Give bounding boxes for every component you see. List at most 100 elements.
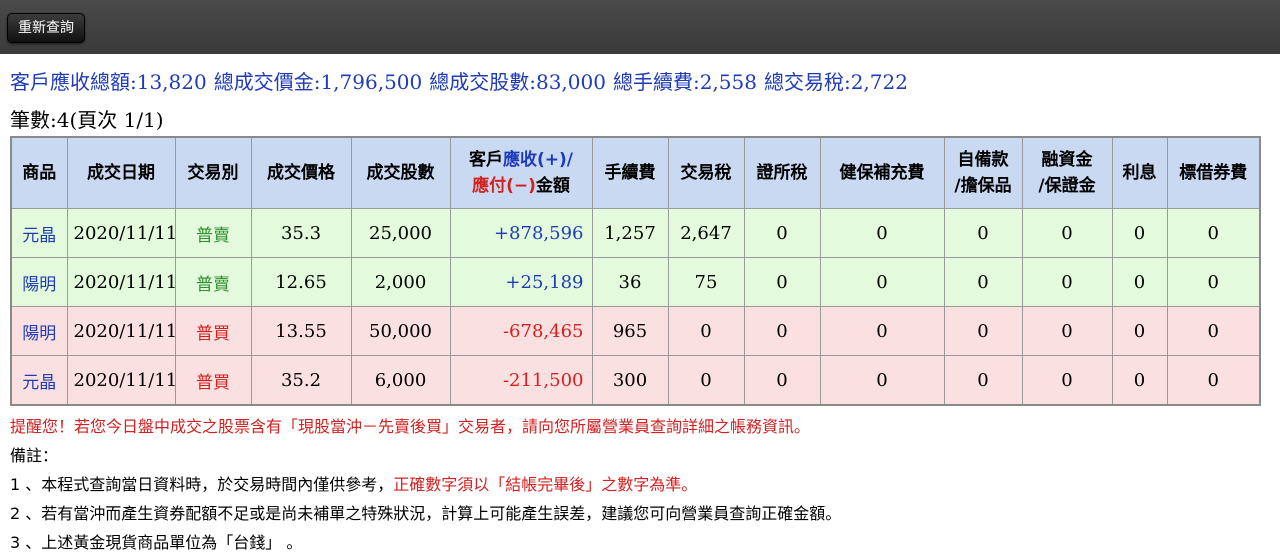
summary-total-price: 總成交價金:1,796,500 — [213, 70, 423, 94]
note-item-1: 1 、本程式查詢當日資料時，於交易時間內僅供參考，正確數字須以「結帳完畢後」之數… — [10, 470, 841, 499]
cell-tax: 75 — [667, 257, 745, 307]
cell-tax: 0 — [667, 355, 745, 406]
cell-nhi: 0 — [819, 257, 945, 307]
note-item-2: 2 、若有當沖而產生資券配額不足或是尚未補單之特殊狀況，計算上可能產生誤差，建議… — [10, 504, 842, 523]
note-item-3: 3 、上述黃金現貨商品單位為「台錢」 。 — [10, 533, 303, 552]
table-header-row: 商品 成交日期 交易別 成交價格 成交股數 客戶應收(+)/ 應付(−)金額 手… — [10, 136, 1261, 209]
cell-fee: 36 — [591, 257, 669, 307]
header-margin-part1: 融資金 — [1041, 150, 1093, 170]
cell-date: 2020/11/11 — [66, 306, 177, 356]
table-row: 陽明 2020/11/11 普買 13.55 50,000 -678,465 9… — [10, 306, 1261, 356]
cell-margin: 0 — [1021, 355, 1113, 406]
summary-total-fee: 總手續費:2,558 — [612, 70, 757, 94]
note-item-1-highlight: 正確數字須以「結帳完畢後」之數字為準。 — [393, 475, 698, 494]
header-stock: 商品 — [10, 136, 68, 209]
summary-total-tax: 總交易稅:2,722 — [763, 70, 908, 94]
account-summary: 客戶應收總額:13,820 總成交價金:1,796,500 總成交股數:83,000… — [10, 66, 915, 95]
requery-button[interactable]: 重新查詢 — [7, 13, 85, 43]
day-trade-warning: 提醒您！若您今日盤中成交之股票含有「現股當沖－先賣後買」交易者，請向您所屬營業員… — [10, 417, 811, 436]
cell-fee: 300 — [591, 355, 669, 406]
header-self-funds-part1: 自備款 — [957, 150, 1009, 170]
header-exchange-tax: 證所稅 — [743, 136, 821, 209]
cell-interest: 0 — [1111, 306, 1168, 356]
notes-title: 備註： — [10, 446, 59, 465]
cell-amount: -211,500 — [449, 355, 593, 406]
transactions-table: 商品 成交日期 交易別 成交價格 成交股數 客戶應收(+)/ 應付(−)金額 手… — [10, 136, 1261, 406]
cell-interest: 0 — [1111, 355, 1168, 406]
header-amount-part4: 金額 — [535, 176, 570, 196]
cell-lending-fee: 0 — [1166, 257, 1261, 307]
cell-amount: +25,189 — [449, 257, 593, 307]
header-price: 成交價格 — [250, 136, 352, 209]
cell-type: 普買 — [174, 306, 252, 356]
cell-nhi: 0 — [819, 208, 945, 258]
cell-nhi: 0 — [819, 355, 945, 406]
cell-date: 2020/11/11 — [66, 208, 177, 258]
cell-type: 普賣 — [174, 257, 252, 307]
header-interest: 利息 — [1111, 136, 1168, 209]
cell-date: 2020/11/11 — [66, 257, 177, 307]
cell-self-funds: 0 — [943, 306, 1023, 356]
cell-exchange-tax: 0 — [743, 306, 821, 356]
cell-exchange-tax: 0 — [743, 257, 821, 307]
cell-stock: 陽明 — [10, 257, 68, 307]
cell-margin: 0 — [1021, 306, 1113, 356]
header-date: 成交日期 — [66, 136, 176, 209]
cell-fee: 1,257 — [591, 208, 669, 258]
cell-type: 普買 — [174, 355, 252, 406]
cell-interest: 0 — [1111, 208, 1168, 258]
header-amount-part2: 應收(+)/ — [503, 150, 573, 170]
cell-shares: 25,000 — [350, 208, 451, 258]
cell-price: 13.55 — [250, 306, 352, 356]
cell-amount: -678,465 — [449, 306, 593, 356]
cell-exchange-tax: 0 — [743, 355, 821, 406]
header-type: 交易別 — [174, 136, 252, 209]
header-nhi: 健保補充費 — [819, 136, 945, 209]
header-margin: 融資金 /保證金 — [1021, 136, 1113, 209]
header-amount: 客戶應收(+)/ 應付(−)金額 — [449, 136, 593, 209]
cell-margin: 0 — [1021, 208, 1113, 258]
header-amount-part3: 應付(−) — [472, 176, 536, 196]
cell-type: 普賣 — [174, 208, 252, 258]
cell-lending-fee: 0 — [1166, 208, 1261, 258]
table-row: 元晶 2020/11/11 普買 35.2 6,000 -211,500 300… — [10, 355, 1261, 406]
header-self-funds: 自備款 /擔保品 — [943, 136, 1023, 209]
cell-nhi: 0 — [819, 306, 945, 356]
cell-self-funds: 0 — [943, 208, 1023, 258]
cell-lending-fee: 0 — [1166, 355, 1261, 406]
cell-stock: 元晶 — [10, 355, 68, 406]
header-amount-part1: 客戶 — [469, 150, 503, 170]
cell-price: 35.3 — [250, 208, 352, 258]
cell-price: 12.65 — [250, 257, 352, 307]
cell-self-funds: 0 — [943, 257, 1023, 307]
cell-stock: 元晶 — [10, 208, 68, 258]
cell-shares: 50,000 — [350, 306, 451, 356]
record-count: 筆數:4(頁次 1/1) — [10, 108, 164, 132]
cell-self-funds: 0 — [943, 355, 1023, 406]
cell-lending-fee: 0 — [1166, 306, 1261, 356]
cell-date: 2020/11/11 — [66, 355, 177, 406]
summary-total-shares: 總成交股數:83,000 — [429, 70, 606, 94]
header-lending-fee: 標借券費 — [1166, 136, 1261, 209]
cell-amount: +878,596 — [449, 208, 593, 258]
notes-section: 提醒您！若您今日盤中成交之股票含有「現股當沖－先賣後買」交易者，請向您所屬營業員… — [10, 412, 841, 557]
cell-interest: 0 — [1111, 257, 1168, 307]
cell-fee: 965 — [591, 306, 669, 356]
header-tax: 交易稅 — [667, 136, 745, 209]
cell-shares: 2,000 — [350, 257, 451, 307]
note-item-1-text: 1 、本程式查詢當日資料時，於交易時間內僅供參考， — [10, 475, 394, 494]
header-fee: 手續費 — [591, 136, 669, 209]
cell-tax: 0 — [667, 306, 745, 356]
cell-stock: 陽明 — [10, 306, 68, 356]
cell-price: 35.2 — [250, 355, 352, 406]
header-shares: 成交股數 — [350, 136, 451, 209]
summary-receivable: 客戶應收總額:13,820 — [10, 70, 207, 94]
cell-margin: 0 — [1021, 257, 1113, 307]
header-margin-part2: /保證金 — [1038, 176, 1096, 196]
table-row: 元晶 2020/11/11 普賣 35.3 25,000 +878,596 1,… — [10, 208, 1261, 258]
top-toolbar: 重新查詢 — [0, 0, 1280, 54]
cell-exchange-tax: 0 — [743, 208, 821, 258]
table-row: 陽明 2020/11/11 普賣 12.65 2,000 +25,189 36 … — [10, 257, 1261, 307]
cell-tax: 2,647 — [667, 208, 745, 258]
header-self-funds-part2: /擔保品 — [954, 176, 1012, 196]
